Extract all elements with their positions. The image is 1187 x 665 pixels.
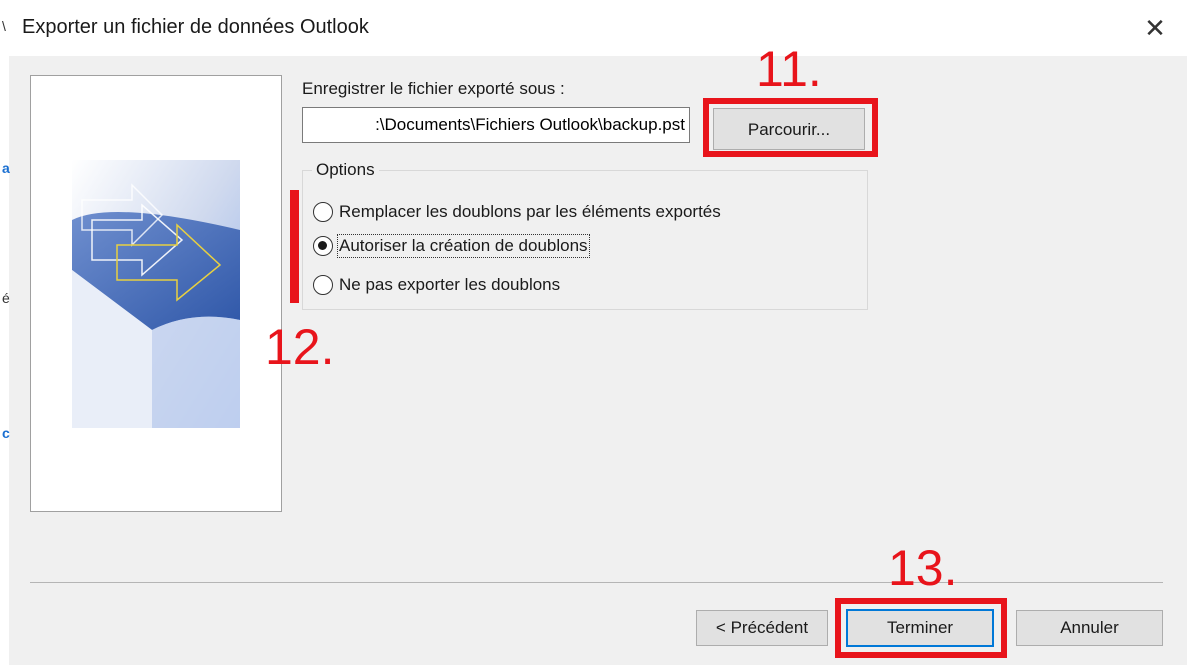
option-replace-duplicates[interactable]: Remplacer les doublons par les éléments … [313,198,721,226]
option-label: Ne pas exporter les doublons [339,275,561,294]
option-allow-duplicates[interactable]: Autoriser la création de doublons [313,232,590,260]
back-button[interactable]: < Précédent [696,610,828,646]
footer-separator [30,582,1163,583]
annotation-step-13: 13. [888,540,958,596]
radio-button-selected[interactable] [313,236,333,256]
background-edge-glyph: a [2,160,10,176]
export-path-value: :\Documents\Fichiers Outlook\backup.pst [375,115,685,134]
option-label: Remplacer les doublons par les éléments … [339,202,721,221]
annotation-step-12: 12. [265,319,335,375]
background-window-edge [0,0,9,665]
dialog-title: Exporter un fichier de données Outlook [22,16,369,38]
annotation-box-browse [703,98,878,157]
option-label: Autoriser la création de doublons [337,234,590,258]
options-legend: Options [312,160,379,180]
background-edge-glyph: é [2,290,10,306]
background-edge-glyph: c [2,425,10,441]
annotation-step-11: 11. [756,41,822,97]
background-edge-glyph: \ [2,18,6,34]
cancel-button[interactable]: Annuler [1016,610,1163,646]
radio-button[interactable] [313,202,333,222]
radio-button[interactable] [313,275,333,295]
option-no-duplicates[interactable]: Ne pas exporter les doublons [313,271,560,299]
annotation-bar-options [290,190,299,303]
save-as-label: Enregistrer le fichier exporté sous : [302,79,565,98]
close-icon[interactable]: ✕ [1140,13,1170,43]
annotation-box-finish [835,598,1007,658]
export-path-field[interactable]: :\Documents\Fichiers Outlook\backup.pst [302,107,690,143]
wizard-illustration [72,160,240,428]
